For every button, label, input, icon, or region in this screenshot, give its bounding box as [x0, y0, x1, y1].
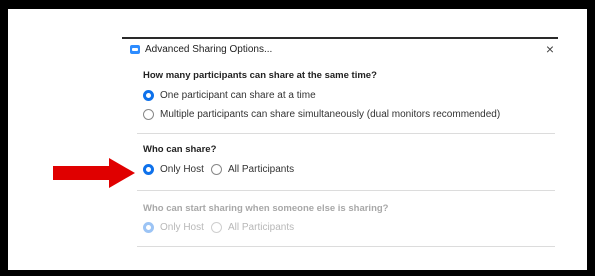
section-divider: [137, 133, 555, 134]
title-bar: Advanced Sharing Options... ×: [122, 39, 558, 61]
section-heading: Who can share?: [143, 144, 217, 155]
radio-multiple-participants[interactable]: Multiple participants can share simultan…: [143, 109, 500, 120]
radio-unselected-icon[interactable]: [211, 164, 222, 175]
radio-unselected-icon[interactable]: [143, 109, 154, 120]
radio-selected-icon[interactable]: [143, 164, 154, 175]
dialog-title: Advanced Sharing Options...: [145, 44, 273, 55]
section-divider: [137, 190, 555, 191]
section-heading: Who can start sharing when someone else …: [143, 203, 389, 214]
option-label: All Participants: [228, 164, 295, 175]
radio-one-participant[interactable]: One participant can share at a time: [143, 90, 316, 101]
zoom-app-icon: [130, 45, 140, 54]
radio-only-host[interactable]: Only Host: [143, 164, 204, 175]
radio-all-participants[interactable]: All Participants: [211, 164, 294, 175]
option-label: All Participants: [228, 222, 295, 233]
radio-only-host-disabled: Only Host: [143, 222, 204, 233]
section-heading: How many participants can share at the s…: [143, 70, 377, 81]
close-icon[interactable]: ×: [546, 42, 554, 56]
radio-selected-icon[interactable]: [143, 90, 154, 101]
red-arrow-icon: [53, 158, 135, 188]
section-who-can-share: Who can share?: [143, 144, 216, 155]
option-label: One participant can share at a time: [160, 90, 316, 101]
option-label: Only Host: [160, 222, 204, 233]
radio-selected-icon: [143, 222, 154, 233]
section-share-count: How many participants can share at the s…: [143, 70, 377, 81]
option-label: Multiple participants can share simultan…: [160, 109, 501, 120]
section-divider: [137, 246, 555, 247]
radio-all-participants-disabled: All Participants: [211, 222, 294, 233]
option-label: Only Host: [160, 164, 204, 175]
radio-unselected-icon: [211, 222, 222, 233]
advanced-sharing-dialog: Advanced Sharing Options... × How many p…: [122, 37, 558, 249]
